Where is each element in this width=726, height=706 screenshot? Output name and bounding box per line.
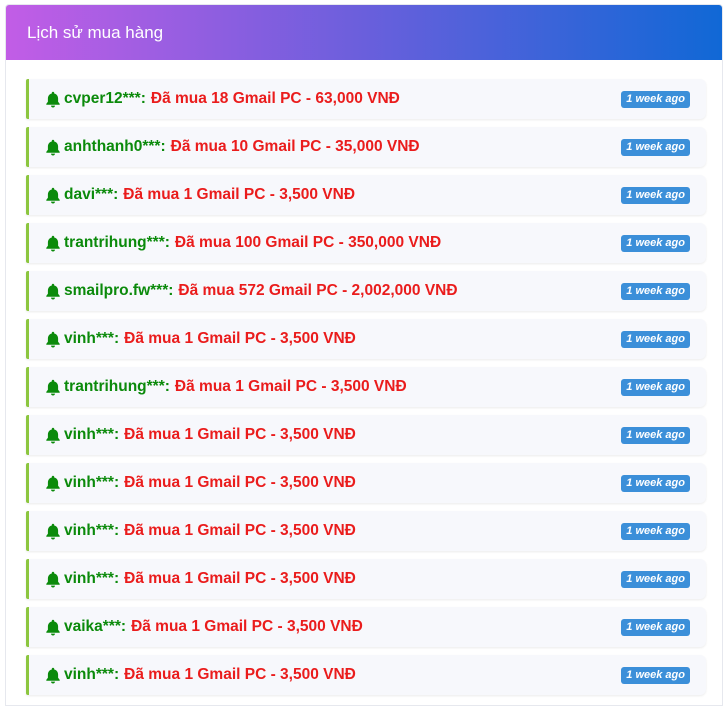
purchase-row: vinh***: Đã mua 1 Gmail PC - 3,500 VNĐ 1…	[26, 415, 706, 455]
bell-icon	[45, 379, 61, 396]
time-badge: 1 week ago	[621, 379, 690, 396]
purchase-row: anhthanh0***: Đã mua 10 Gmail PC - 35,00…	[26, 127, 706, 167]
purchase-row: cvper12***: Đã mua 18 Gmail PC - 63,000 …	[26, 79, 706, 119]
purchase-row: trantrihung***: Đã mua 100 Gmail PC - 35…	[26, 223, 706, 263]
time-badge: 1 week ago	[621, 475, 690, 492]
purchase-username: vinh***	[64, 522, 114, 539]
purchase-message: Đã mua 572 Gmail PC - 2,002,000 VNĐ	[178, 282, 458, 299]
purchase-message: Đã mua 1 Gmail PC - 3,500 VNĐ	[124, 474, 356, 491]
purchase-username: cvper12***	[64, 90, 141, 107]
purchase-row: vinh***: Đã mua 1 Gmail PC - 3,500 VNĐ 1…	[26, 511, 706, 551]
purchase-row: smailpro.fw***: Đã mua 572 Gmail PC - 2,…	[26, 271, 706, 311]
purchase-row: vaika***: Đã mua 1 Gmail PC - 3,500 VNĐ …	[26, 607, 706, 647]
purchase-history-card: Lịch sử mua hàng cvper12***: Đã mua 18 G…	[5, 4, 723, 706]
bell-icon	[45, 523, 61, 540]
purchase-message: Đã mua 1 Gmail PC - 3,500 VNĐ	[174, 378, 407, 395]
time-badge: 1 week ago	[621, 91, 690, 108]
bell-icon	[45, 667, 61, 684]
bell-icon	[45, 91, 61, 108]
purchase-row: vinh***: Đã mua 1 Gmail PC - 3,500 VNĐ 1…	[26, 559, 706, 599]
purchase-username: smailpro.fw***	[64, 282, 169, 299]
bell-icon	[45, 235, 61, 252]
purchase-message: Đã mua 1 Gmail PC - 3,500 VNĐ	[124, 522, 356, 539]
time-badge: 1 week ago	[621, 235, 690, 252]
purchase-row: vinh***: Đã mua 1 Gmail PC - 3,500 VNĐ 1…	[26, 463, 706, 503]
purchase-username: vinh***	[64, 330, 114, 347]
time-badge: 1 week ago	[621, 619, 690, 636]
bell-icon	[45, 475, 61, 492]
purchase-username: trantrihung***	[64, 234, 165, 251]
bell-icon	[45, 331, 61, 348]
purchase-row: vinh***: Đã mua 1 Gmail PC - 3,500 VNĐ 1…	[26, 655, 706, 695]
purchase-username: anhthanh0***	[64, 138, 161, 155]
purchase-message: Đã mua 18 Gmail PC - 63,000 VNĐ	[150, 90, 400, 107]
purchase-username: vinh***	[64, 570, 114, 587]
bell-icon	[45, 427, 61, 444]
time-badge: 1 week ago	[621, 523, 690, 540]
bell-icon	[45, 187, 61, 204]
bell-icon	[45, 139, 61, 156]
purchase-row: vinh***: Đã mua 1 Gmail PC - 3,500 VNĐ 1…	[26, 319, 706, 359]
bell-icon	[45, 283, 61, 300]
time-badge: 1 week ago	[621, 427, 690, 444]
purchase-message: Đã mua 1 Gmail PC - 3,500 VNĐ	[123, 186, 356, 203]
purchase-message: Đã mua 1 Gmail PC - 3,500 VNĐ	[131, 618, 363, 635]
purchase-username: davi***	[64, 186, 114, 203]
purchase-message: Đã mua 1 Gmail PC - 3,500 VNĐ	[124, 426, 356, 443]
card-header: Lịch sử mua hàng	[6, 5, 722, 60]
time-badge: 1 week ago	[621, 187, 690, 204]
purchase-username: vinh***	[64, 474, 114, 491]
card-title: Lịch sử mua hàng	[27, 22, 164, 42]
purchase-username: vaika***	[64, 618, 121, 635]
time-badge: 1 week ago	[621, 139, 690, 156]
bell-icon	[45, 571, 61, 588]
time-badge: 1 week ago	[621, 283, 690, 300]
bell-icon	[45, 619, 61, 636]
time-badge: 1 week ago	[621, 667, 690, 684]
purchase-message: Đã mua 1 Gmail PC - 3,500 VNĐ	[124, 666, 356, 683]
purchase-message: Đã mua 100 Gmail PC - 350,000 VNĐ	[174, 234, 442, 251]
purchase-row: trantrihung***: Đã mua 1 Gmail PC - 3,50…	[26, 367, 706, 407]
purchase-row: davi***: Đã mua 1 Gmail PC - 3,500 VNĐ 1…	[26, 175, 706, 215]
time-badge: 1 week ago	[621, 571, 690, 588]
purchase-message: Đã mua 1 Gmail PC - 3,500 VNĐ	[124, 330, 356, 347]
time-badge: 1 week ago	[621, 331, 690, 348]
purchase-list: cvper12***: Đã mua 18 Gmail PC - 63,000 …	[26, 79, 706, 703]
purchase-message: Đã mua 10 Gmail PC - 35,000 VNĐ	[170, 138, 420, 155]
purchase-username: trantrihung***	[64, 378, 165, 395]
purchase-username: vinh***	[64, 426, 114, 443]
purchase-message: Đã mua 1 Gmail PC - 3,500 VNĐ	[124, 570, 356, 587]
purchase-username: vinh***	[64, 666, 114, 683]
